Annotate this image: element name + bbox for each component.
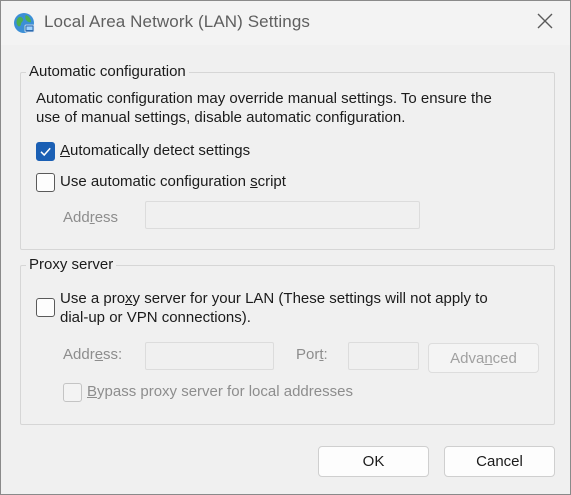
detect-settings-checkbox[interactable] bbox=[36, 142, 55, 161]
bypass-local-checkbox bbox=[63, 383, 82, 402]
automatic-configuration-legend: Automatic configuration bbox=[26, 63, 189, 80]
window-title: Local Area Network (LAN) Settings bbox=[44, 12, 310, 31]
proxy-port-label: Port: bbox=[296, 346, 328, 363]
title-bar[interactable]: Local Area Network (LAN) Settings bbox=[1, 1, 570, 45]
use-config-script-checkbox[interactable] bbox=[36, 173, 55, 192]
ok-button[interactable]: OK bbox=[318, 446, 429, 477]
close-icon bbox=[537, 13, 553, 33]
lan-settings-dialog: Local Area Network (LAN) Settings Automa… bbox=[0, 0, 571, 495]
proxy-port-input bbox=[348, 342, 419, 370]
advanced-button: Adva n ced bbox=[428, 343, 539, 373]
proxy-address-label: Address: bbox=[63, 346, 123, 363]
use-proxy-checkbox[interactable] bbox=[36, 298, 55, 317]
use-proxy-label-line1[interactable]: Use a proxy server for your LAN (These s… bbox=[60, 290, 488, 307]
proxy-server-legend: Proxy server bbox=[26, 256, 117, 273]
use-config-script-label[interactable]: Use automatic configuration script bbox=[60, 173, 286, 190]
detect-settings-label[interactable]: Automatically detect settings bbox=[60, 142, 250, 159]
close-button[interactable] bbox=[527, 7, 563, 39]
auto-config-description-line2: use of manual settings, disable automati… bbox=[36, 109, 406, 126]
bypass-local-label: Bypass proxy server for local addresses bbox=[87, 383, 353, 400]
script-address-label: Address bbox=[63, 209, 119, 226]
proxy-address-input bbox=[145, 342, 274, 370]
auto-config-description-line1: Automatic configuration may override man… bbox=[36, 90, 492, 107]
globe-network-icon bbox=[13, 12, 35, 34]
script-address-input bbox=[145, 201, 420, 229]
cancel-button[interactable]: Cancel bbox=[444, 446, 555, 477]
use-proxy-label-line2[interactable]: dial-up or VPN connections). bbox=[60, 309, 251, 326]
